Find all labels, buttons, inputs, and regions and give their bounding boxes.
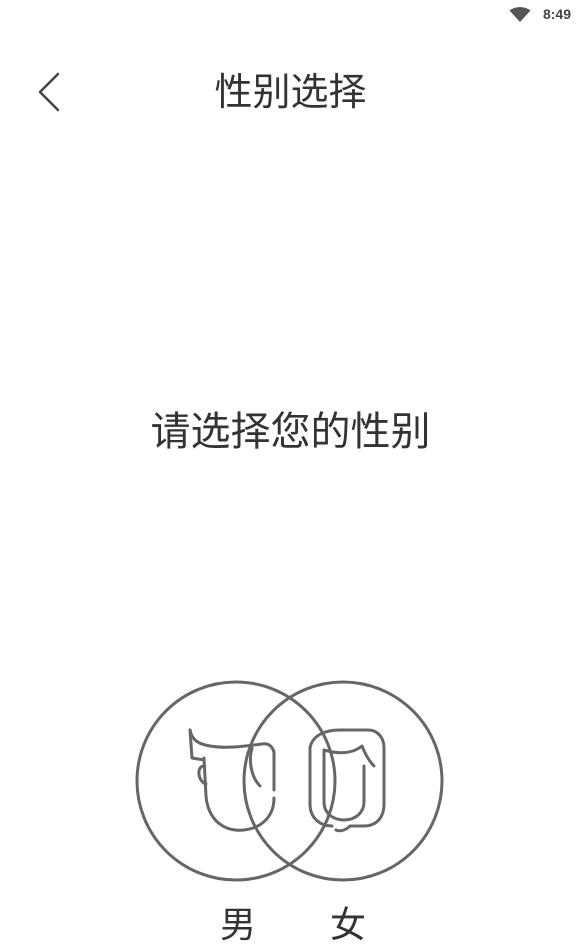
page-title: 性别选择 <box>214 70 367 114</box>
gender-labels: 男 女 <box>0 906 581 946</box>
gender-label-male[interactable]: 男 <box>220 906 256 946</box>
gender-option-female[interactable] <box>238 670 448 890</box>
gender-label-female[interactable]: 女 <box>330 906 366 946</box>
wifi-icon <box>509 7 531 22</box>
gender-prompt: 请选择您的性别 <box>150 409 431 455</box>
status-time: 8:49 <box>542 6 571 22</box>
gender-graphic <box>128 670 458 900</box>
app-header: 性别选择 <box>0 60 581 124</box>
status-bar: 8:49 <box>0 0 581 32</box>
